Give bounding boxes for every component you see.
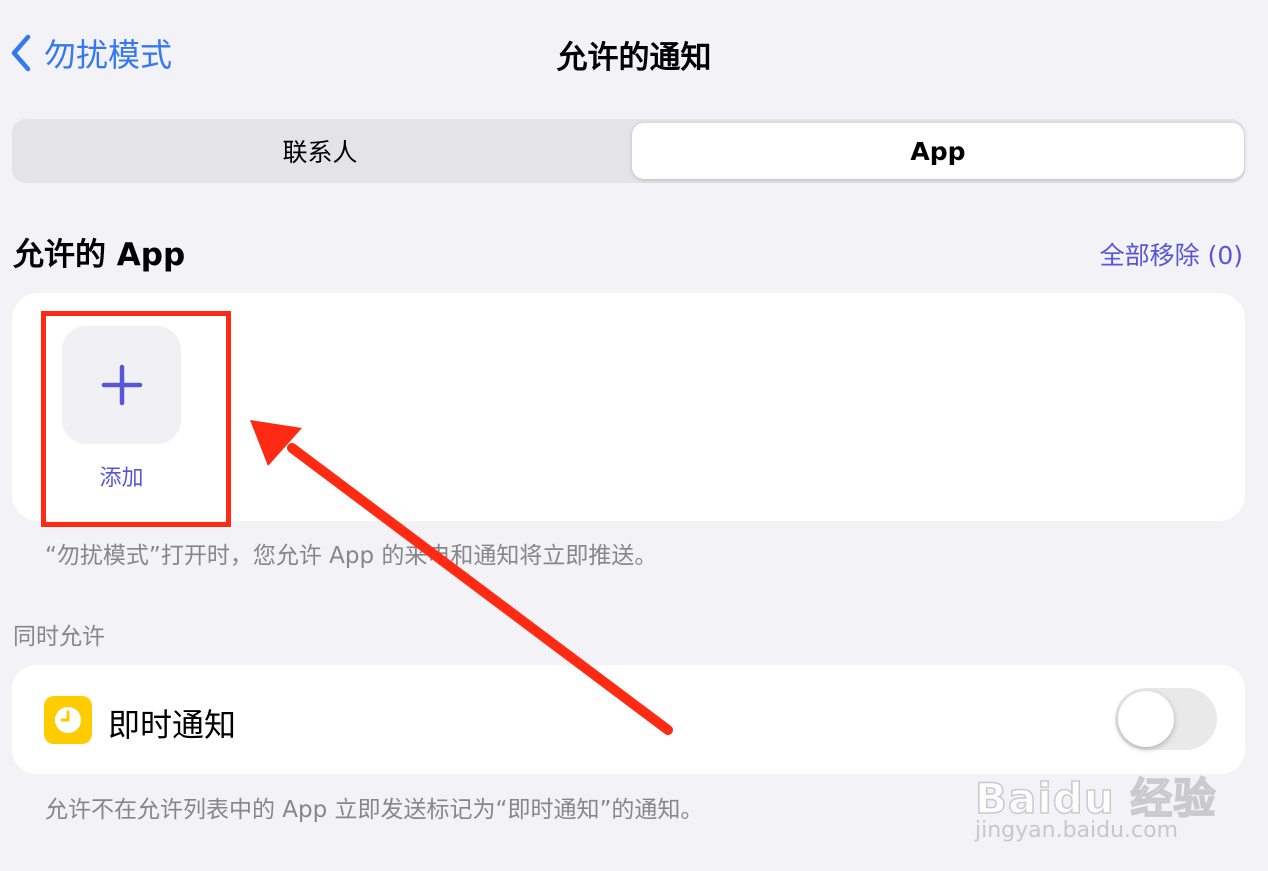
allowed-apps-header: 允许的 App (13, 237, 186, 273)
toggle-knob (1118, 691, 1174, 747)
segmented-control: 联系人 App (12, 119, 1245, 183)
segment-contacts[interactable]: 联系人 (14, 123, 626, 179)
allowed-apps-footnote: “勿扰模式”打开时，您允许 App 的来电和通知将立即推送。 (45, 543, 658, 569)
time-sensitive-footnote: 允许不在允许列表中的 App 立即发送标记为“即时通知”的通知。 (45, 797, 704, 823)
time-sensitive-label: 即时通知 (108, 706, 237, 744)
clock-icon (44, 696, 92, 744)
highlight-box (41, 311, 231, 527)
page-title: 允许的通知 (556, 40, 712, 76)
watermark-brand: Baidu 经验 (974, 773, 1217, 824)
time-sensitive-toggle[interactable] (1115, 688, 1217, 750)
watermark-url: jingyan.baidu.com (975, 818, 1179, 843)
also-allow-header: 同时允许 (13, 624, 105, 650)
segment-app[interactable]: App (632, 123, 1244, 179)
remove-all-button[interactable]: 全部移除 (0) (1100, 236, 1243, 272)
